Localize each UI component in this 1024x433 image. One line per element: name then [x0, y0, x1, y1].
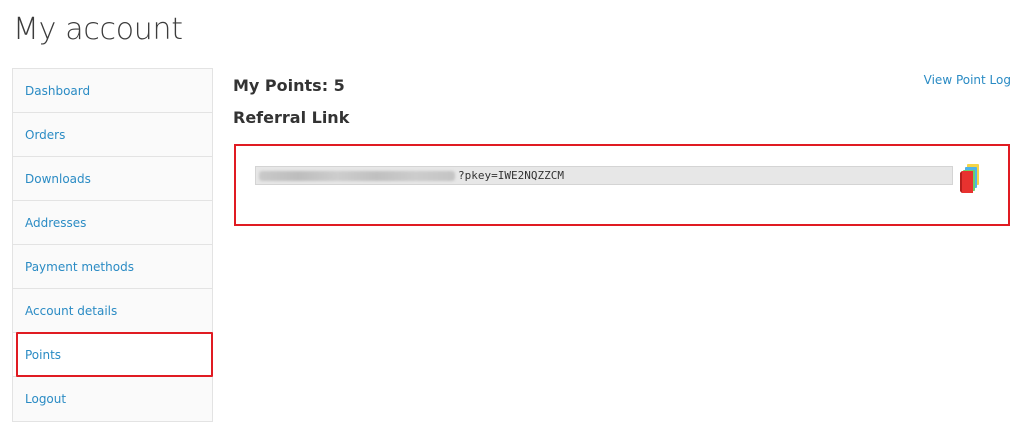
- referral-link-field[interactable]: ?pkey=IWE2NQZZCM: [255, 166, 953, 185]
- sidebar-item-label: Payment methods: [25, 259, 134, 274]
- copy-clipboard-icon[interactable]: [959, 164, 985, 196]
- sidebar-item-label: Addresses: [25, 215, 87, 230]
- redacted-url-prefix: [259, 170, 455, 181]
- page-title: My account: [13, 12, 183, 47]
- sidebar-item-payment-methods[interactable]: Payment methods: [13, 245, 212, 289]
- points-value: 5: [333, 76, 345, 95]
- sidebar-item-points[interactable]: Points: [13, 332, 213, 377]
- referral-url-suffix: ?pkey=IWE2NQZZCM: [458, 169, 564, 182]
- referral-link-box: ?pkey=IWE2NQZZCM: [234, 144, 1010, 226]
- sidebar-item-addresses[interactable]: Addresses: [13, 201, 212, 245]
- sidebar-item-downloads[interactable]: Downloads: [13, 157, 212, 201]
- view-point-log-link[interactable]: View Point Log: [924, 73, 1011, 87]
- sidebar-item-dashboard[interactable]: Dashboard: [13, 69, 212, 113]
- points-summary: My Points: 5: [233, 76, 1011, 98]
- sidebar-item-label: Dashboard: [25, 83, 91, 98]
- referral-link-heading: Referral Link: [233, 108, 350, 127]
- points-label: My Points:: [233, 76, 329, 95]
- sidebar-item-account-details[interactable]: Account details: [13, 289, 212, 333]
- sidebar-item-label: Downloads: [25, 171, 91, 186]
- sidebar-item-label: Orders: [25, 127, 66, 142]
- sidebar-item-label: Points: [25, 347, 62, 362]
- account-sidebar: Dashboard Orders Downloads Addresses Pay…: [12, 68, 213, 422]
- sidebar-item-label: Account details: [25, 303, 118, 318]
- sidebar-item-orders[interactable]: Orders: [13, 113, 212, 157]
- sidebar-item-label: Logout: [25, 392, 67, 406]
- account-content: My Points: 5 View Point Log Referral Lin…: [233, 73, 1011, 226]
- sidebar-item-logout[interactable]: Logout: [13, 377, 212, 421]
